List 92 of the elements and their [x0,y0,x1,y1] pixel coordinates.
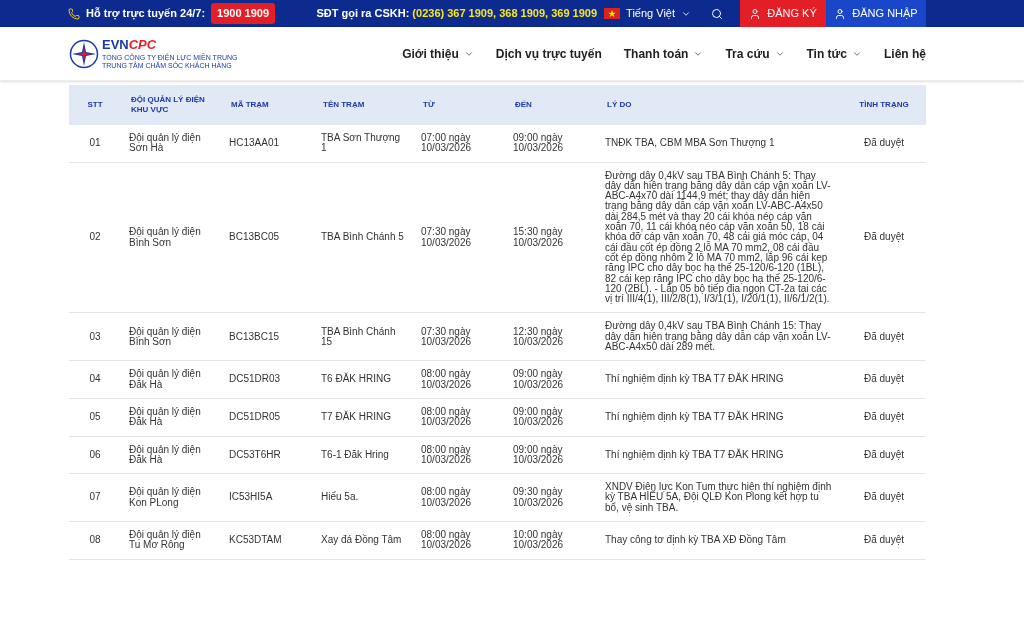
start-time: 08:00 ngày 10/03/2026 [413,436,505,474]
brand-name: EVNCPC [102,37,158,52]
team-cell: Đội quản lý điện Bình Sơn [121,312,221,361]
flag-icon [604,8,621,19]
column-header: ĐỘI QUẢN LÝ ĐIỆN KHU VỰC [121,85,221,125]
team-cell: Đội quản lý điện Kon PLong [121,473,221,522]
nav-link[interactable]: Dịch vụ trực tuyến [495,44,602,63]
start-time: 07:30 ngày 10/03/2026 [413,162,505,313]
end-time: 12:30 ngày 10/03/2026 [505,312,597,361]
station-name: T6-1 Đăk Hring [313,436,413,474]
station-name: TBA Sơn Thượng 1 [313,125,413,163]
row-number: 05 [69,398,121,437]
column-header: MÃ TRẠM [221,85,313,125]
reason-text: Thí nghiệm định kỳ TBA T7 ĐĂK HRING [597,360,842,399]
start-time: 08:00 ngày 10/03/2026 [413,473,505,522]
nav-link[interactable]: Thanh toán [623,44,704,63]
end-time: 09:00 ngày 10/03/2026 [505,436,597,474]
end-time: 09:00 ngày 10/03/2026 [505,125,597,163]
start-time: 07:30 ngày 10/03/2026 [413,312,505,361]
station-code: DC51DR05 [221,398,313,437]
team-cell: Đội quản lý điện Đăk Hà [121,436,221,474]
end-time: 15:30 ngày 10/03/2026 [505,162,597,313]
station-name: TBA Bình Chánh 15 [313,312,413,361]
logo-icon [69,38,99,69]
end-time: 09:00 ngày 10/03/2026 [505,360,597,399]
reason-text: TNĐK TBA, CBM MBA Sơn Thượng 1 [597,125,842,163]
station-name: Hiếu 5a. [313,473,413,522]
nav-link[interactable]: Tra cứu [725,44,785,63]
team-cell: Đội quản lý điện Sơn Hà [121,125,221,163]
support-label: Hỗ trợ trực tuyến 24/7: [86,6,206,22]
row-number: 04 [69,360,121,399]
column-header: LÝ DO [597,85,842,125]
reason-text: Thay công tơ định kỳ TBA XĐ Đồng Tâm [597,521,842,560]
status-text: Đã duyệt [842,398,926,437]
end-time: 09:00 ngày 10/03/2026 [505,398,597,437]
hotline-button[interactable]: 1900 1909 [211,3,276,24]
nav-link[interactable]: Giới thiệu [402,44,474,63]
row-number: 03 [69,312,121,361]
row-number: 08 [69,521,121,560]
row-number: 01 [69,125,121,163]
status-text: Đã duyệt [842,162,926,313]
search-icon[interactable] [711,7,723,20]
login-button[interactable]: ĐĂNG NHẬP [826,0,926,27]
column-header: TÊN TRẠM [313,85,413,125]
reason-text: Thí nghiệm định kỳ TBA T7 ĐĂK HRING [597,436,842,474]
station-name: TBA Bình Chánh 5 [313,162,413,313]
nav-link[interactable]: Liên hệ [884,44,926,63]
station-code: IC53HI5A [221,473,313,522]
column-header: TÌNH TRẠNG [842,85,926,125]
row-number: 02 [69,162,121,313]
status-text: Đã duyệt [842,312,926,361]
phone-icon [68,7,80,20]
team-cell: Đội quản lý điện Bình Sơn [121,162,221,313]
team-cell: Đội quản lý điện Tu Mơ Rông [121,521,221,560]
team-cell: Đội quản lý điện Đăk Hà [121,360,221,399]
station-name: T6 ĐĂK HRING [313,360,413,399]
end-time: 10:00 ngày 10/03/2026 [505,521,597,560]
status-text: Đã duyệt [842,436,926,474]
language-selector[interactable]: Tiếng Việt [626,5,691,22]
row-number: 07 [69,473,121,522]
column-header: ĐẾN [505,85,597,125]
user-icon [749,7,762,20]
station-code: KC53DTAM [221,521,313,560]
status-text: Đã duyệt [842,473,926,522]
start-time: 08:00 ngày 10/03/2026 [413,360,505,399]
nav-link[interactable]: Tin tức [806,44,862,63]
reason-text: Thí nghiệm định kỳ TBA T7 ĐĂK HRING [597,398,842,437]
station-code: DC51DR03 [221,360,313,399]
station-code: BC13BC15 [221,312,313,361]
reason-text: Đường dây 0,4kV sau TBA Bình Chánh 5: Thay dây dẫn hiện trạng bằng dây dẫn cáp vặn xoắn LV-ABC-A4x70 dài 1144,9 mét; thay dây dẫn hiện trạng bằng dây dẫn cáp vặn xoắn LV-ABC-A4x50 dài 284,5 mét và thay 20 cái khóa néo cáp vặn xoắn 70, 11 cái khóa néo cáp vặn xoắn 50, 18 cái khóa đỡ cáp vặn xoắn 70, 48 cái giá móc cáp, 04 cái đầu cốt ép đồng 2 lỗ MA 70 mm2, 08 cái đầu cốt ép đồng nhôm 2 lỗ MA 70 mm2, lắp 96 cái kẹp răng IPC cho dây bọc hạ thế 25-120/6-120 (1BL), 82 cái kẹp răng IPC cho dây bọc hạ thế 25-120/6-120 (2BL). - Lắp 05 bộ tiếp địa ngọn CT-2a tại các vị trí III/4(1), III/2/8(1), I/3/1(1), I/20/1(1), II/6/1/2(1). [597,162,842,313]
status-text: Đã duyệt [842,521,926,560]
station-name: T7 ĐĂK HRING [313,398,413,437]
status-text: Đã duyệt [842,125,926,163]
status-text: Đã duyệt [842,360,926,399]
cskh-label: SĐT gọi ra CSKH: [316,6,410,22]
station-code: DC53T6HR [221,436,313,474]
end-time: 09:30 ngày 10/03/2026 [505,473,597,522]
reason-text: Đường dây 0,4kV sau TBA Bình Chánh 15: Thay dây dẫn hiện trạng bằng dây dẫn cáp vặn xoắn LV-ABC-A4x50 dài 289 mét. [597,312,842,361]
reason-text: XNDV Điện lực Kon Tum thực hiện thí nghiệm định kỳ TBA HIẾU 5A, Đội QLĐ Kon Plong kết hợp tu bổ, vệ sinh TBA. [597,473,842,522]
team-cell: Đội quản lý điện Đăk Hà [121,398,221,437]
cskh-numbers: (0236) 367 1909, 368 1909, 369 1909 [412,6,598,22]
station-code: BC13BC05 [221,162,313,313]
start-time: 08:00 ngày 10/03/2026 [413,521,505,560]
start-time: 07:00 ngày 10/03/2026 [413,125,505,163]
station-name: Xay đá Đồng Tâm [313,521,413,560]
register-button[interactable]: ĐĂNG KÝ [740,0,826,27]
start-time: 08:00 ngày 10/03/2026 [413,398,505,437]
user-icon [834,7,847,20]
row-number: 06 [69,436,121,474]
column-header: STT [69,85,121,125]
station-code: HC13AA01 [221,125,313,163]
column-header: TỪ [413,85,505,125]
